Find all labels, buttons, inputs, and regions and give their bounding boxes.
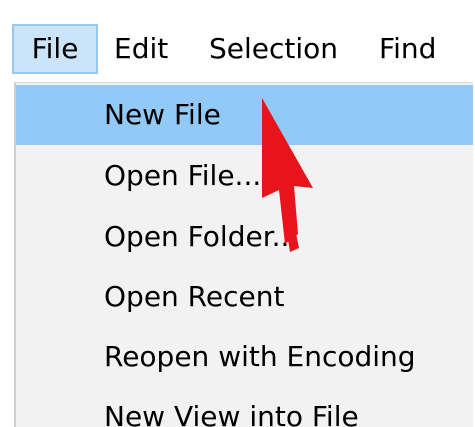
menu-bar: File Edit Selection Find bbox=[0, 0, 475, 78]
file-menu-dropdown: New File Open File... Open Folder... Ope… bbox=[14, 82, 473, 427]
app-window: File Edit Selection Find New File Open F… bbox=[0, 0, 475, 427]
menu-item-open-file[interactable]: Open File... bbox=[16, 146, 473, 206]
menu-file[interactable]: File bbox=[12, 24, 98, 74]
menu-item-open-folder[interactable]: Open Folder... bbox=[16, 207, 473, 267]
menu-item-new-file[interactable]: New File bbox=[16, 85, 473, 145]
menu-item-open-recent[interactable]: Open Recent bbox=[16, 267, 473, 327]
menu-item-reopen-with-encoding[interactable]: Reopen with Encoding bbox=[16, 327, 473, 387]
menu-selection[interactable]: Selection bbox=[209, 24, 349, 74]
menu-item-new-view-into-file[interactable]: New View into File bbox=[16, 387, 473, 427]
menu-find[interactable]: Find bbox=[379, 24, 459, 74]
menu-edit[interactable]: Edit bbox=[114, 24, 184, 74]
